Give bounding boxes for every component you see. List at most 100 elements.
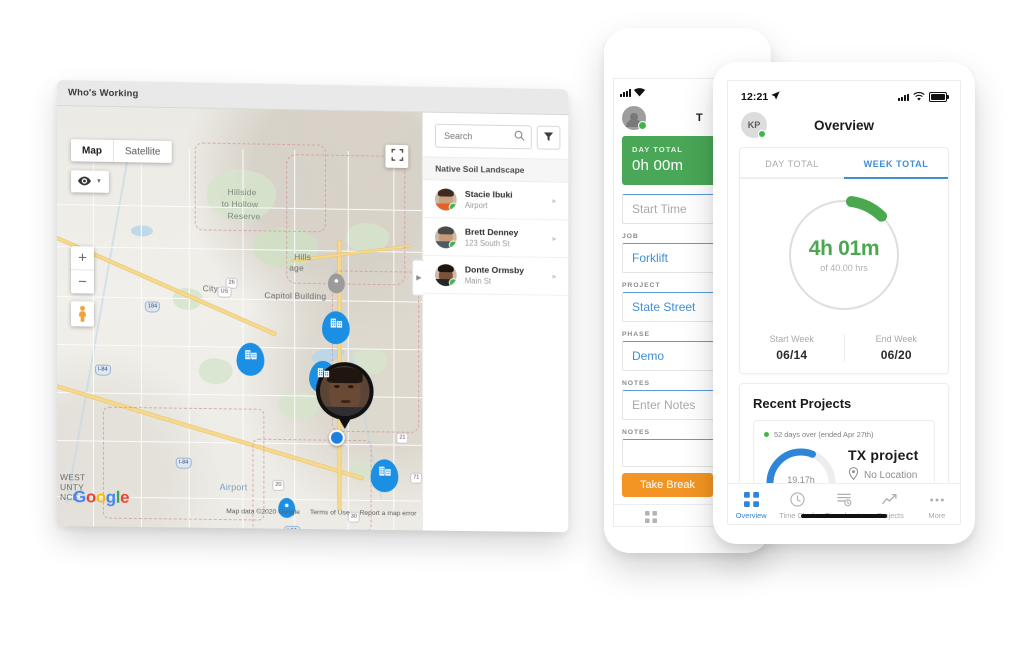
- street-view-pegman-icon[interactable]: [70, 301, 94, 327]
- presence-dot: [638, 121, 647, 130]
- person-avatar-icon[interactable]: [622, 106, 647, 130]
- totals-card: DAY TOTAL WEEK TOTAL 4h 01m of 40.00 hrs: [739, 147, 949, 374]
- chevron-right-icon[interactable]: ▸: [553, 234, 557, 243]
- search-input[interactable]: [442, 129, 511, 143]
- person-text: Brett Denney 123 South St: [465, 226, 545, 250]
- current-location-dot: [328, 429, 345, 446]
- google-logo-letter: g: [105, 487, 116, 507]
- tab-overview[interactable]: Overview: [728, 491, 774, 520]
- status-bar: 12:21: [728, 81, 960, 110]
- take-break-button[interactable]: Take Break: [622, 473, 713, 497]
- status-time: 12:21: [741, 91, 780, 103]
- chevron-right-icon[interactable]: ▸: [553, 272, 557, 281]
- people-list: Stacie Ibuki Airport ▸ Brett Denney 123 Sout…: [423, 180, 569, 296]
- map-label: WEST: [59, 472, 86, 483]
- chevron-right-icon[interactable]: ▸: [553, 196, 557, 205]
- map-canvas[interactable]: Hillside to Hollow Reserve Hills age City Capi…: [57, 106, 423, 532]
- job-pin[interactable]: [321, 311, 350, 345]
- presence-dot: [449, 277, 458, 286]
- project-body: 19.17h TX project No Location: [764, 443, 924, 485]
- home-indicator[interactable]: [801, 514, 887, 518]
- person-row[interactable]: Brett Denney 123 South St ▸: [423, 218, 569, 259]
- wifi-icon: [634, 84, 645, 102]
- person-location: Main St: [464, 276, 492, 286]
- route-shield: 71: [410, 472, 423, 484]
- tab-more[interactable]: More: [914, 491, 960, 520]
- map-zoom-controls[interactable]: + −: [70, 246, 94, 294]
- map-label: Airport: [219, 482, 248, 493]
- person-text: Stacie Ibuki Airport: [465, 188, 545, 212]
- tab-week-total[interactable]: WEEK TOTAL: [844, 148, 948, 179]
- google-logo: Google: [73, 487, 129, 508]
- timesheet-icon: [821, 491, 867, 508]
- window-body: Hillside to Hollow Reserve Hills age City Capi…: [57, 106, 569, 533]
- ellipsis-icon: [914, 491, 960, 508]
- map-label: City: [202, 283, 219, 294]
- whos-working-window: Who's Working Hillside to Hollow Reserve…: [57, 80, 569, 533]
- fullscreen-button[interactable]: [385, 144, 409, 169]
- place-pin[interactable]: [327, 273, 345, 294]
- search-icon: [514, 128, 525, 146]
- search-field[interactable]: [435, 123, 532, 150]
- job-pin[interactable]: [370, 459, 399, 493]
- tab-label: Overview: [636, 526, 666, 527]
- clock-icon: [774, 491, 820, 508]
- person-text: Donte Ormsby Main St: [465, 263, 545, 287]
- map-visibility-control[interactable]: ▼: [70, 170, 109, 193]
- map-label: to Hollow: [221, 198, 259, 210]
- grid-overview-icon: [728, 491, 774, 508]
- phone-overview: 12:21 KP Overview DAY TOTAL WEEK TOTAL 4…: [713, 62, 975, 544]
- cellular-signal-icon: [898, 93, 909, 101]
- start-week-label: Start Week: [769, 334, 814, 344]
- route-shield: I-84: [284, 525, 300, 532]
- tab-overview[interactable]: Overview: [614, 510, 688, 527]
- project-info: TX project No Location: [848, 447, 924, 485]
- start-week-value: 06/14: [776, 348, 808, 362]
- map-label: Reserve: [227, 210, 261, 222]
- tab-day-total[interactable]: DAY TOTAL: [740, 148, 844, 179]
- tab-label: More: [928, 511, 946, 520]
- map-road: [92, 146, 95, 528]
- map-label: Capitol Building: [264, 290, 327, 302]
- page-title: Overview: [813, 117, 875, 133]
- zoom-in-button[interactable]: +: [70, 246, 94, 271]
- recent-projects-title: Recent Projects: [753, 396, 852, 411]
- google-logo-letter: o: [95, 487, 106, 507]
- start-week: Start Week 06/14: [740, 334, 844, 362]
- job-pin[interactable]: [236, 342, 265, 376]
- zoom-out-button[interactable]: −: [71, 270, 94, 293]
- person-row[interactable]: Donte Ormsby Main St ▸: [423, 255, 569, 296]
- route-shield: I-84: [94, 364, 111, 376]
- map-type-satellite[interactable]: Satellite: [112, 139, 172, 163]
- filter-button[interactable]: [536, 125, 561, 150]
- chevron-down-icon: ▼: [95, 178, 102, 185]
- person-row[interactable]: Stacie Ibuki Airport ▸: [423, 180, 569, 221]
- presence-dot: [449, 202, 458, 211]
- project-name: TX project: [848, 447, 919, 463]
- project-location-text: No Location: [864, 469, 918, 481]
- tab-label: Overview: [735, 511, 767, 520]
- map-label: Hillside: [227, 186, 257, 198]
- map-attribution-item[interactable]: Terms of Use: [310, 509, 350, 516]
- location-arrow-icon: [771, 91, 780, 103]
- week-total-donut: 4h 01m of 40.00 hrs: [784, 195, 904, 315]
- google-logo-letter: o: [85, 487, 96, 507]
- totals-tabs[interactable]: DAY TOTAL WEEK TOTAL: [740, 148, 948, 179]
- map-type-switcher[interactable]: Map Satellite: [70, 139, 172, 163]
- status-dot: [764, 432, 769, 437]
- route-shield: I-84: [175, 457, 192, 469]
- avatar[interactable]: KP: [741, 112, 767, 138]
- project-location: No Location: [848, 467, 924, 483]
- chevron-right-icon: ▶: [416, 274, 422, 282]
- project-status-text: 52 days over (ended Apr 27th): [774, 430, 874, 439]
- panel-search-row: [423, 113, 568, 159]
- google-logo-letter: G: [72, 487, 86, 507]
- map-type-map[interactable]: Map: [71, 139, 113, 162]
- project-progress-gauge: 19.17h: [764, 443, 838, 485]
- map-attribution-item[interactable]: Report a map error: [360, 510, 417, 518]
- filter-icon: [543, 129, 554, 147]
- cellular-signal-icon: [620, 89, 631, 97]
- people-group-title: Native Soil Landscape: [423, 156, 569, 183]
- avatar: [435, 187, 458, 211]
- end-week-label: End Week: [875, 334, 917, 344]
